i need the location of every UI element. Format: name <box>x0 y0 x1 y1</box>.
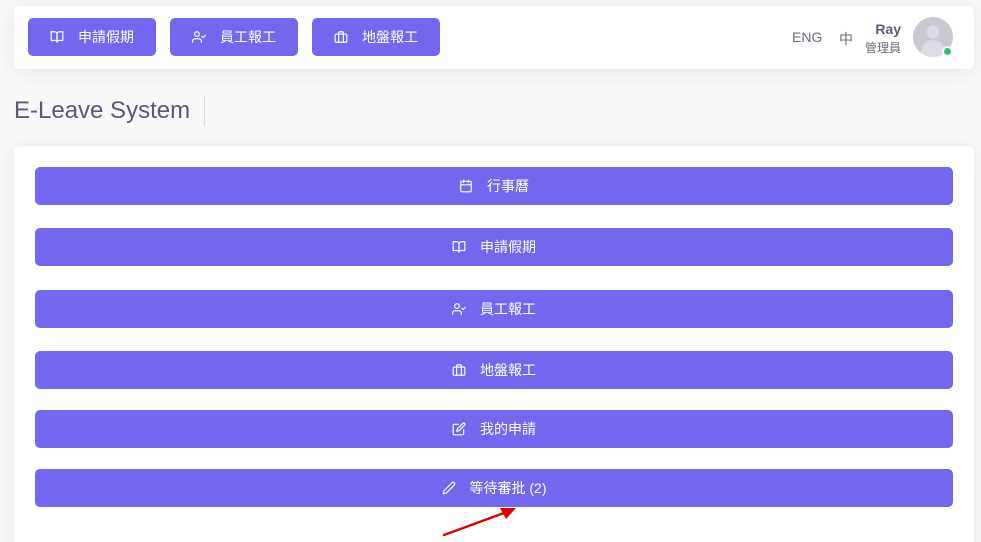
nav-site-report-button[interactable]: 地盤報工 <box>312 18 440 56</box>
book-icon <box>452 241 466 253</box>
calendar-button-label: 行事曆 <box>487 178 529 194</box>
my-applications-button-label: 我的申請 <box>480 421 536 437</box>
calendar-icon <box>460 179 472 193</box>
nav-staff-report-button[interactable]: 員工報工 <box>170 18 298 56</box>
site-report-button-label: 地盤報工 <box>480 362 536 378</box>
pencil-icon <box>442 481 455 495</box>
staff-report-button[interactable]: 員工報工 <box>35 290 953 328</box>
apply-leave-button[interactable]: 申請假期 <box>35 228 953 266</box>
nav-staff-report-label: 員工報工 <box>220 29 276 45</box>
my-applications-button[interactable]: 我的申請 <box>35 410 953 448</box>
main-card: 行事曆 申請假期 員工報工 地盤報工 我的申請 等待審批 (2) <box>14 146 974 542</box>
top-navbar: 申請假期 員工報工 地盤報工 ENG 中 Ray 管理員 <box>14 6 974 69</box>
page-title: E-Leave System <box>14 96 206 126</box>
briefcase-icon <box>334 31 348 43</box>
online-status-dot <box>942 46 953 57</box>
briefcase-icon <box>452 364 466 376</box>
annotation-arrow-icon <box>442 508 516 537</box>
calendar-button[interactable]: 行事曆 <box>35 167 953 205</box>
edit-icon <box>452 422 466 436</box>
pending-approval-button[interactable]: 等待審批 (2) <box>35 469 953 507</box>
book-icon <box>50 31 64 43</box>
apply-leave-button-label: 申請假期 <box>480 239 536 255</box>
user-role: 管理員 <box>864 41 901 55</box>
user-name: Ray <box>875 21 901 37</box>
pending-approval-button-label: 等待審批 (2) <box>469 480 547 496</box>
avatar-head <box>927 25 939 39</box>
site-report-button[interactable]: 地盤報工 <box>35 351 953 389</box>
language-zh-toggle[interactable]: 中 <box>839 29 853 49</box>
nav-apply-leave-label: 申請假期 <box>78 29 134 45</box>
nav-apply-leave-button[interactable]: 申請假期 <box>28 18 156 56</box>
staff-report-button-label: 員工報工 <box>480 301 536 317</box>
user-check-icon <box>192 31 206 43</box>
user-check-icon <box>452 303 466 315</box>
nav-site-report-label: 地盤報工 <box>362 29 418 45</box>
language-eng-toggle[interactable]: ENG <box>792 29 822 45</box>
